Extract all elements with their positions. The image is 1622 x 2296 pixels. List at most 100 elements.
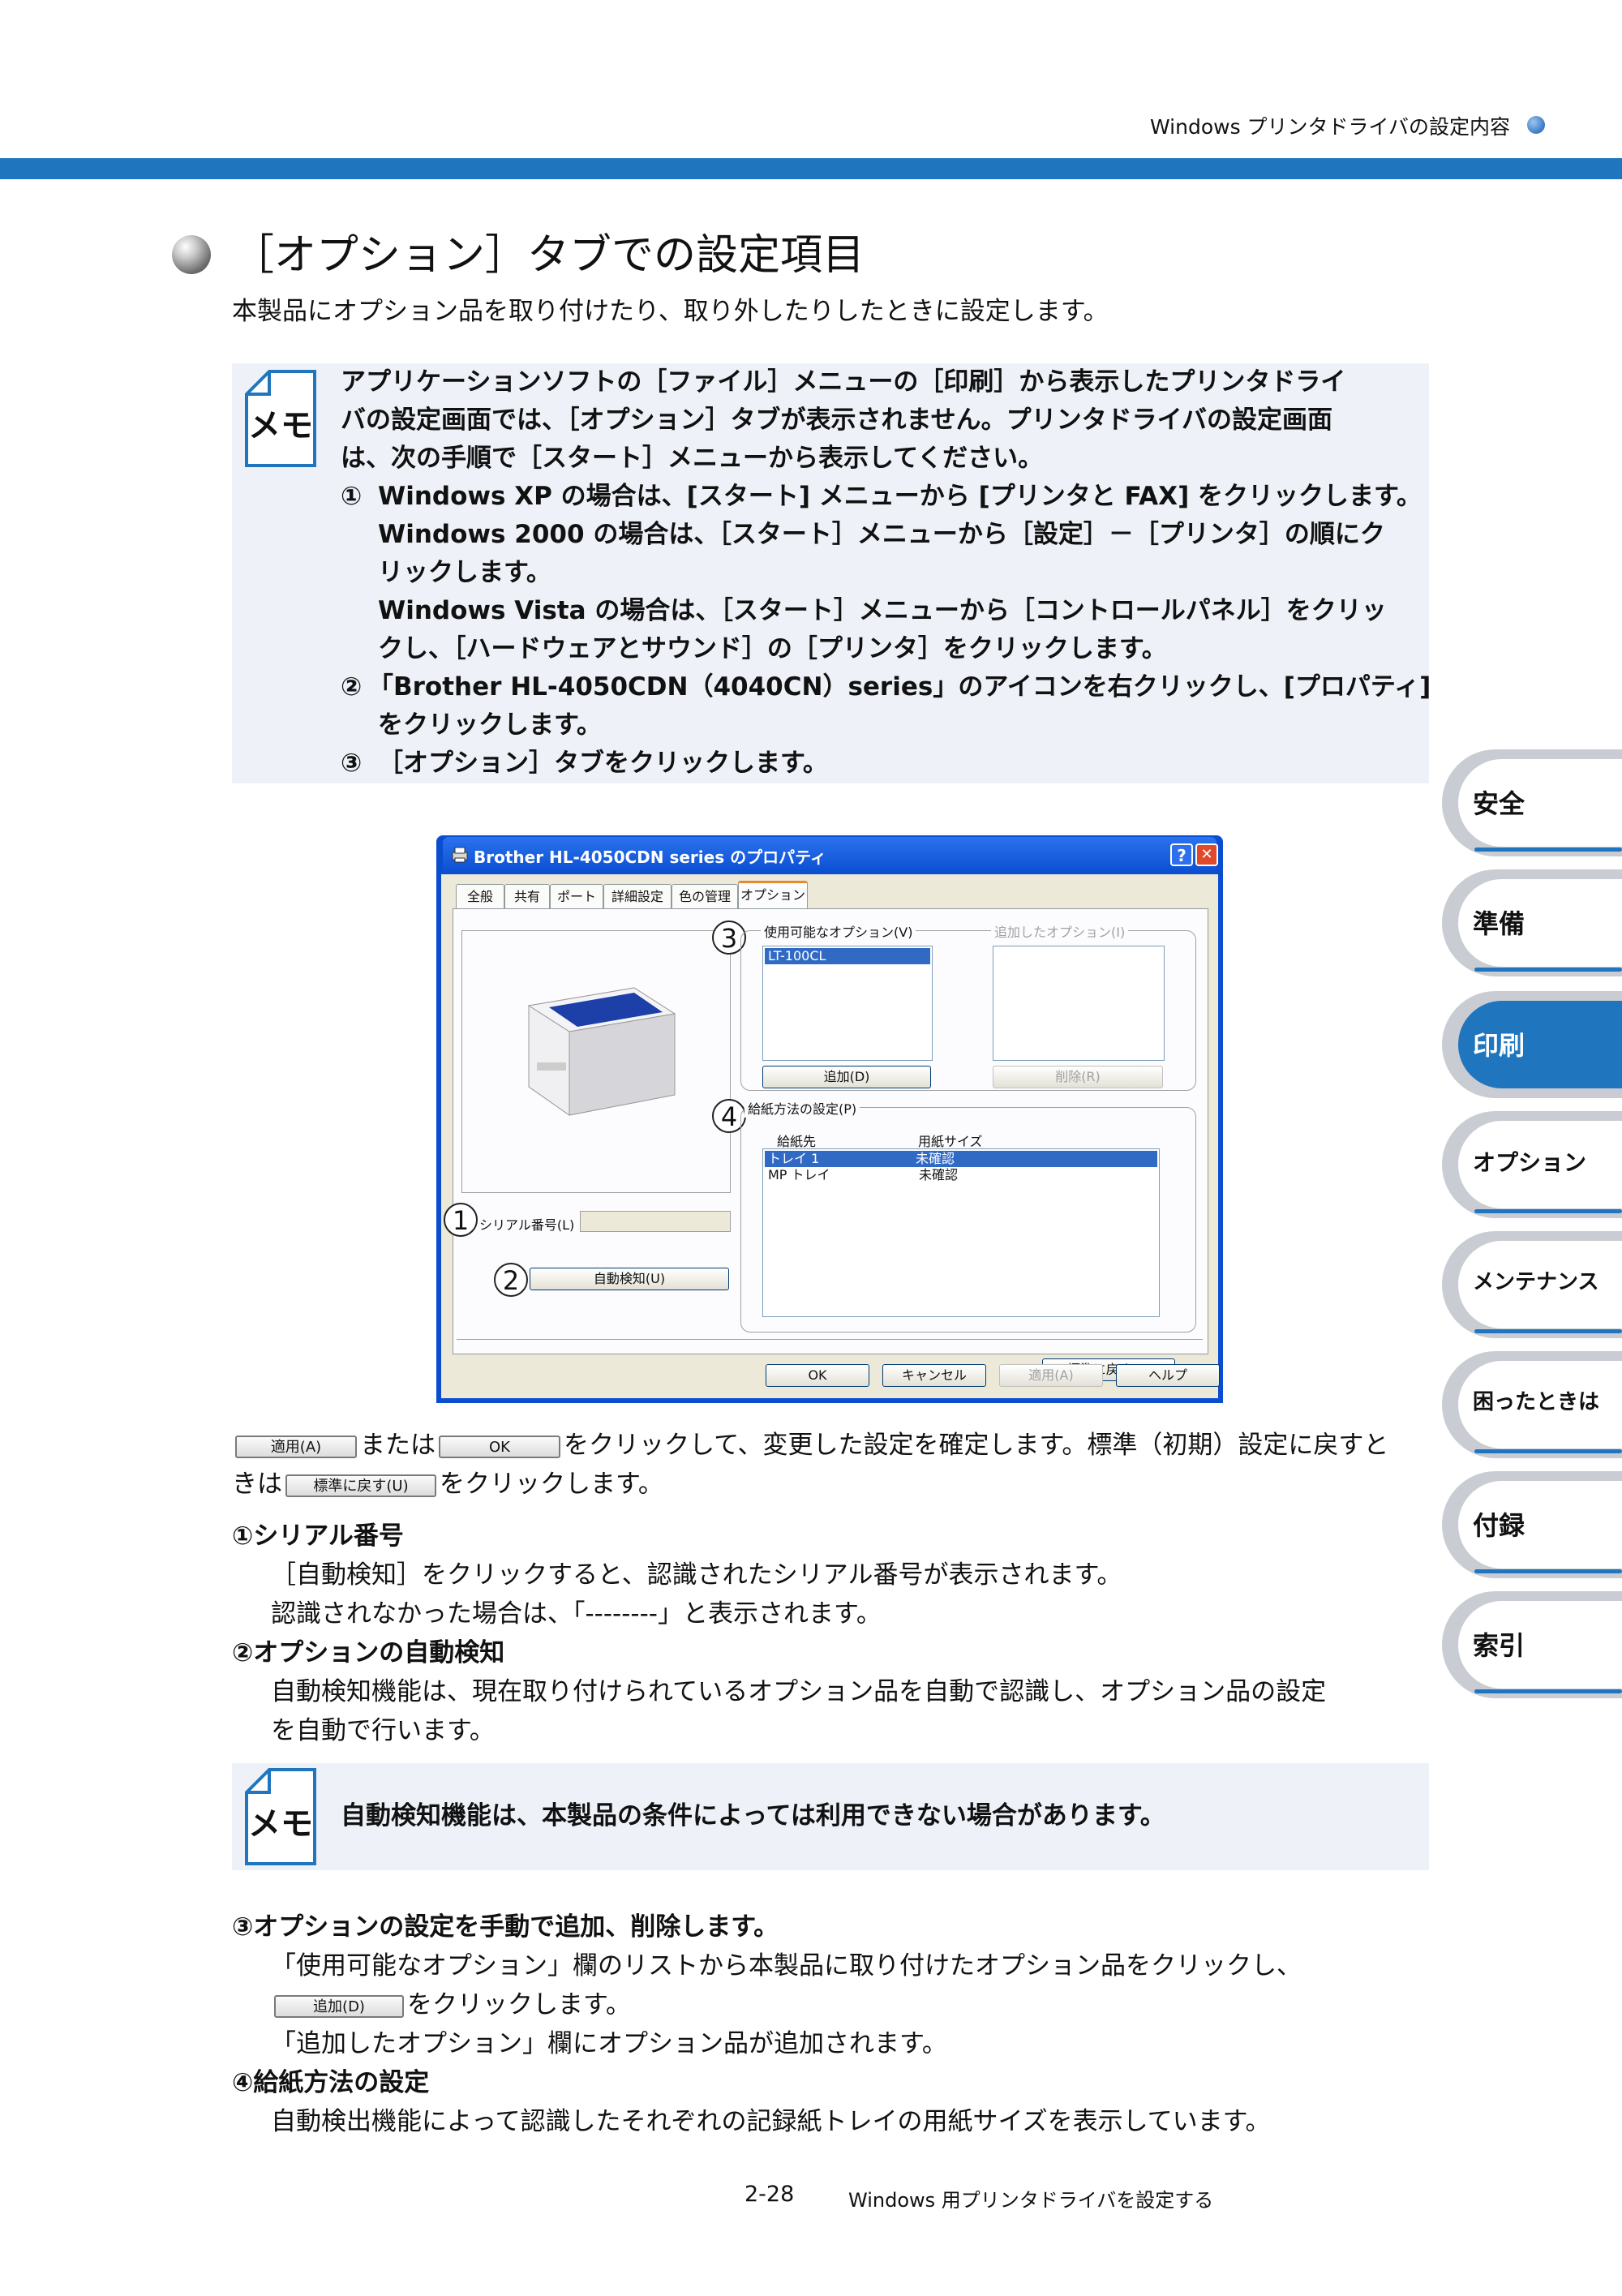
callout-1: 1 [444,1203,478,1237]
inline-text: または [360,1431,436,1460]
properties-dialog: Brother HL-4050CDN series のプロパティ ? ✕ 全般 … [436,835,1223,1403]
side-tab-label: オプション [1473,1149,1587,1176]
close-title-button[interactable]: ✕ [1195,843,1218,866]
printer-icon [452,847,468,863]
apply-instruction-line2: きは 標準に戻す(U) をクリックします。 [232,1463,663,1500]
apply-button[interactable]: 適用(A) [999,1364,1103,1387]
table-row[interactable]: トレイ 1 未確認 [765,1151,1157,1167]
intro-text: 本製品にオプション品を取り付けたり、取り外したりしたときに設定します。 [232,297,1109,326]
inline-text: をクリックして、変更した設定を確定します。標準（初期）設定に戻すと [564,1431,1389,1460]
available-options-list[interactable]: LT-100CL [762,946,933,1061]
page-title: ［オプション］タブでの設定項目 [232,231,865,280]
memo-icon: メモ [245,370,316,467]
tab-sharing[interactable]: 共有 [504,884,550,909]
section-heading: ②オプションの自動検知 [232,1638,505,1667]
serial-number-field [580,1211,731,1232]
section-line: 「追加したオプション」欄にオプション品が追加されます。 [271,2029,947,2058]
section-heading: ①シリアル番号 [232,1521,404,1551]
paper-source-group: 給紙方法の設定(P) 給紙先 用紙サイズ トレイ 1 未確認 MP トレイ 未確… [740,1098,1196,1333]
installed-options-list[interactable] [993,946,1165,1061]
section-line: 「使用可能なオプション」欄のリストから本製品に取り付けたオプション品をクリックし… [271,1951,1302,1981]
apply-instruction-line1: 適用(A) または OK をクリックして、変更した設定を確定します。標準（初期）設定に… [232,1424,1388,1461]
header-dot-icon [1527,116,1545,134]
inline-default-button: 標準に戻す(U) [285,1474,436,1497]
remove-button[interactable]: 削除(R) [993,1066,1163,1088]
section-line: 自動検知機能は、現在取り付けられているオプション品を自動で認識し、オプション品の… [271,1677,1327,1706]
step-line: Windows XP の場合は、[スタート] メニューから [プリンタと FAX… [378,482,1422,511]
paper-source-cell: MP トレイ [768,1167,830,1182]
help-button[interactable]: ヘルプ [1116,1364,1220,1387]
step-line: クし、［ハードウェアとサウンド］の［プリンタ］をクリックします。 [378,634,1167,663]
side-tab-safety[interactable]: 安全 [1442,749,1622,856]
help-title-button[interactable]: ? [1170,843,1193,866]
memo-line: バの設定画面では、［オプション］タブが表示されません。プリンタドライバの設定画面 [341,406,1332,435]
step-line: ［オプション］タブをクリックします。 [378,749,828,778]
memo-line: は、次の手順で［スタート］メニューから表示してください。 [341,444,1044,473]
side-tab-label: メンテナンス [1473,1270,1599,1294]
inline-text: きは [232,1470,282,1499]
step-line: リックします。 [378,558,551,587]
inline-text: をクリックします。 [440,1470,663,1499]
memo-box-2: メモ 自動検知機能は、本製品の条件によっては利用できない場合があります。 [232,1763,1429,1870]
inline-text: をクリックします。 [407,1990,631,2019]
tab-ports[interactable]: ポート [550,884,603,909]
options-group: 使用可能なオプション(V) 追加したオプション(I) LT-100CL 追加(D… [740,921,1196,1091]
divider [457,1339,1203,1340]
step-line: をクリックします。 [378,710,602,740]
side-tab-options[interactable]: オプション [1442,1111,1622,1218]
cancel-button[interactable]: キャンセル [882,1364,986,1387]
options-panel: 3 4 1 2 シリアル番号(L) 自動検知(U) 使用可能なオプション(V) … [444,908,1208,1381]
paper-source-cell: トレイ 1 [768,1151,820,1166]
serial-label: シリアル番号(L) [479,1217,575,1233]
add-button[interactable]: 追加(D) [762,1066,931,1088]
col-source-header: 給紙先 [777,1134,817,1149]
title-bullet-icon [172,235,211,274]
section-line: ［自動検知］をクリックすると、認識されたシリアル番号が表示されます。 [271,1560,1122,1590]
side-tab-index[interactable]: 索引 [1442,1591,1622,1698]
side-tab-appendix[interactable]: 付録 [1442,1471,1622,1578]
available-options-label: 使用可能なオプション(V) [761,921,916,941]
col-size-header: 用紙サイズ [918,1134,983,1149]
side-tab-preparation[interactable]: 準備 [1442,869,1622,976]
step-line: 「Brother HL-4050CDN（4040CN）series」のアイコンを… [368,672,1431,702]
side-tab-label: 困ったときは [1473,1390,1600,1414]
step-number: ③ [341,749,363,778]
section-heading: ③オプションの設定を手動で追加、削除します。 [232,1912,779,1942]
tab-options[interactable]: オプション [738,881,808,911]
dialog-title-bar: Brother HL-4050CDN series のプロパティ ? ✕ [443,837,1218,874]
side-tab-maintenance[interactable]: メンテナンス [1442,1231,1622,1338]
side-tab-troubleshooting[interactable]: 困ったときは [1442,1351,1622,1458]
tab-color-management[interactable]: 色の管理 [672,884,738,909]
memo-content: アプリケーションソフトの［ファイル］メニューの［印刷］から表示したプリンタドライ… [341,363,1431,783]
list-item[interactable]: LT-100CL [765,948,930,964]
memo-icon-label: メモ [248,1805,313,1843]
section-line: を自動で行います。 [271,1716,495,1745]
inline-add-button: 追加(D) [274,1994,404,2018]
step-number: ② [341,672,363,702]
installed-options-label: 追加したオプション(I) [991,921,1129,941]
tab-general[interactable]: 全般 [456,884,504,909]
tab-advanced[interactable]: 詳細設定 [603,884,672,909]
side-tab-label: 準備 [1473,908,1525,939]
paper-size-cell: 未確認 [916,1151,955,1166]
memo-icon-label: メモ [248,407,313,444]
paper-source-list[interactable]: トレイ 1 未確認 MP トレイ 未確認 [762,1148,1160,1317]
inline-ok-button: OK [439,1435,560,1458]
ok-button[interactable]: OK [766,1364,869,1387]
step-line: Windows Vista の場合は、［スタート］メニューから［コントロールパネ… [378,596,1387,625]
header-section-title: Windows プリンタドライバの設定内容 [1150,115,1511,139]
auto-detect-button[interactable]: 自動検知(U) [530,1268,729,1290]
dialog-body: 全般 共有 ポート 詳細設定 色の管理 オプション 3 4 1 2 シリアル番号… [441,874,1220,1398]
section-line: 自動検出機能によって認識したそれぞれの記録紙トレイの用紙サイズを表示しています。 [271,2107,1271,2136]
dialog-title: Brother HL-4050CDN series のプロパティ [474,848,826,867]
inline-apply-button: 適用(A) [235,1435,357,1458]
page-number: 2-28 [744,2182,795,2207]
printer-image [527,987,676,1116]
table-row[interactable]: MP トレイ 未確認 [765,1167,1154,1183]
memo-box: メモ アプリケーションソフトの［ファイル］メニューの［印刷］から表示したプリンタ… [232,363,1431,783]
header-blue-bar [0,158,1622,179]
section-line: 認識されなかった場合は、「--------」と表示されます。 [271,1599,882,1629]
section-line: 追加(D) をクリックします。 [271,1984,631,2020]
side-tab-label: 付録 [1473,1510,1525,1541]
side-tab-printing[interactable]: 印刷 [1442,991,1622,1098]
